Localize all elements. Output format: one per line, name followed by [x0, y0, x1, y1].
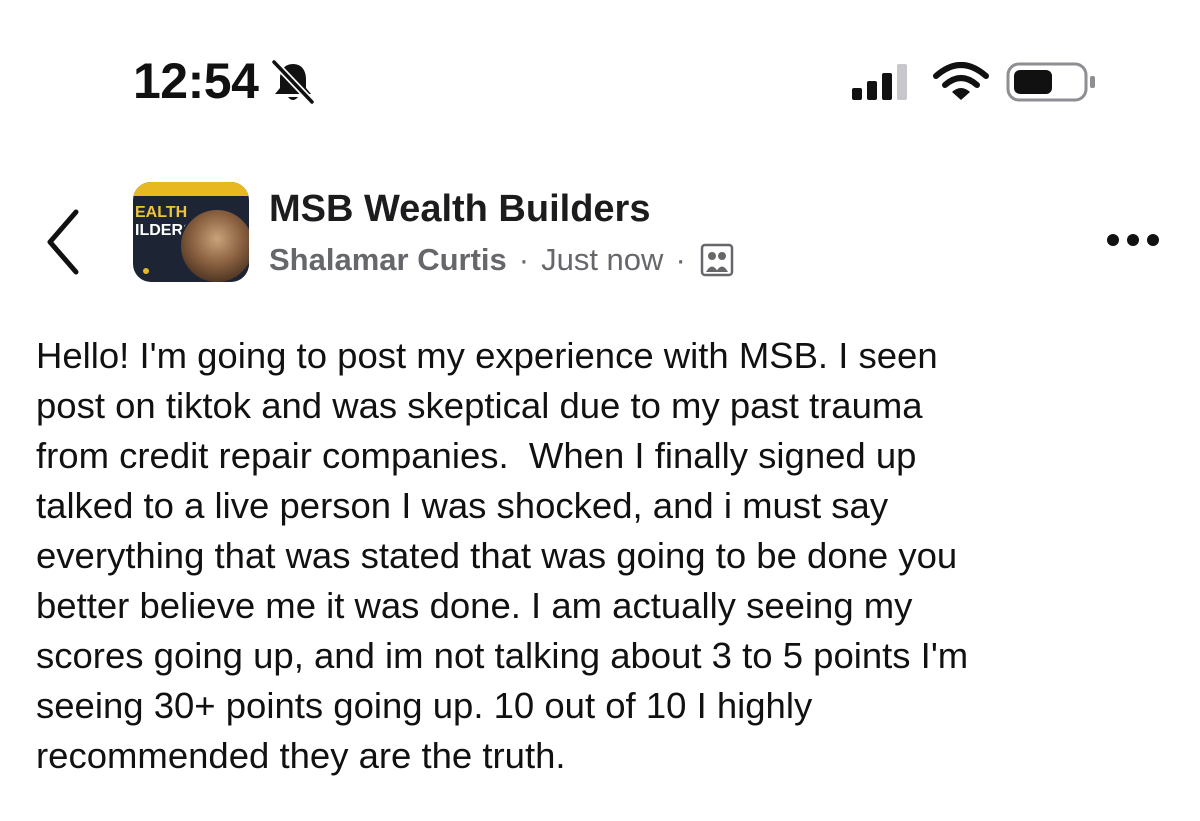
post-line: Hello! I'm going to post my experience w… [36, 335, 938, 376]
signal-icon [852, 64, 907, 100]
meta-separator: · [518, 242, 530, 277]
more-icon[interactable] [1105, 232, 1161, 248]
avatar-band [133, 182, 249, 196]
status-bar: 12:54 [0, 0, 1200, 140]
back-chevron-icon[interactable] [40, 206, 86, 278]
bell-slash-icon [271, 59, 315, 104]
post-meta: Shalamar Curtis · Just now · [269, 242, 734, 278]
status-time: 12:54 [133, 53, 259, 109]
meta-separator-2: · [675, 242, 686, 277]
post-body: Hello! I'm going to post my experience w… [36, 331, 1176, 781]
author-name[interactable]: Shalamar Curtis [269, 242, 507, 278]
group-icon [700, 243, 734, 277]
post-line: scores going up, and im not talking abou… [36, 635, 969, 676]
post-timestamp[interactable]: Just now [541, 242, 663, 278]
post-line: post on tiktok and was skeptical due to … [36, 385, 923, 426]
post-line: better believe me it was done. I am actu… [36, 585, 913, 626]
battery-icon [1006, 62, 1095, 102]
avatar-dot [143, 268, 149, 274]
avatar-text-line1: EALTH [135, 204, 188, 221]
avatar-portrait [179, 208, 249, 282]
post-line: seeing 30+ points going up. 10 out of 10… [36, 685, 813, 726]
wifi-icon [933, 62, 989, 100]
post-line: from credit repair companies. When I fin… [36, 435, 917, 476]
post-line: talked to a live person I was shocked, a… [36, 485, 889, 526]
group-name[interactable]: MSB Wealth Builders [269, 188, 650, 231]
post-line: everything that was stated that was goin… [36, 535, 958, 576]
post-line: recommended they are the truth. [36, 735, 566, 776]
post-header: EALTH ILDERS MSB Wealth Builders Shalama… [0, 170, 1200, 300]
group-avatar[interactable]: EALTH ILDERS [133, 182, 249, 282]
